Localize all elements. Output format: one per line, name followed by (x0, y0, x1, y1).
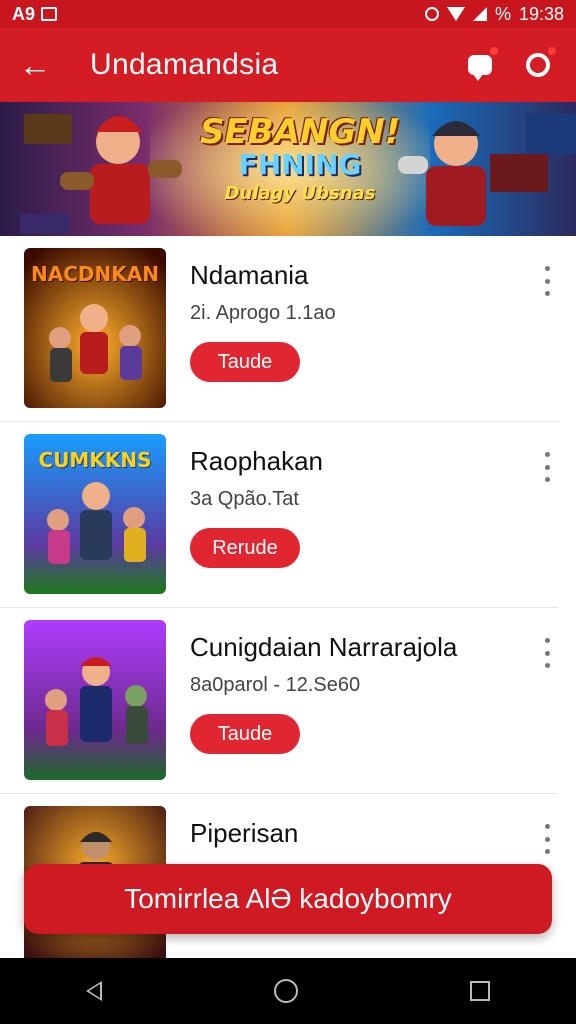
thumbnail-title: CUMKKNS (38, 448, 152, 472)
more-options-icon[interactable] (536, 266, 558, 296)
game-thumbnail[interactable]: NACDNKAN (24, 248, 166, 408)
system-nav-bar (0, 958, 576, 1024)
more-options-icon[interactable] (536, 638, 558, 668)
status-time: 19:38 (518, 3, 564, 24)
battery-percent: % (494, 3, 511, 24)
promo-banner[interactable]: SEBANGN! FHNING Dulagy Ubsnas (0, 102, 576, 236)
triangle-back-icon[interactable] (86, 981, 102, 1001)
profile-icon (526, 53, 550, 77)
status-label: A9 (12, 3, 36, 24)
arrow-left-icon: ← (19, 46, 51, 83)
chat-bubble-icon (468, 55, 492, 81)
status-bar: A9 % 19:38 (0, 0, 576, 28)
thumbnail-title: NACDNKAN (31, 262, 159, 286)
item-action-button[interactable]: Rerude (190, 528, 300, 568)
item-action-button[interactable]: Taude (190, 714, 300, 754)
wifi-icon (446, 7, 465, 21)
screenshot-icon (41, 7, 58, 21)
game-thumbnail[interactable] (24, 620, 166, 780)
item-title: Cunigdaian Narrarajola (190, 632, 458, 662)
item-subtitle: 2i. Aprogo 1.1ao (190, 302, 336, 324)
alarm-icon (424, 7, 439, 21)
notification-dot (546, 45, 558, 57)
item-subtitle: 8a0parol - 12.Se60 (190, 674, 361, 696)
item-action-button[interactable]: Taude (190, 342, 300, 382)
page-title: Undamandsia (90, 48, 279, 81)
back-button[interactable]: ← (0, 28, 70, 102)
snackbar-button[interactable]: Tomirrlea AlƏ kadoybomry (24, 864, 552, 934)
banner-line-1: SEBANGN! (200, 112, 401, 152)
item-title: Ndamania (190, 260, 309, 290)
chat-button[interactable] (466, 45, 500, 81)
circle-home-icon[interactable] (274, 979, 298, 1003)
list-item[interactable]: Cunigdaian Narrarajola 8a0parol - 12.Se6… (0, 608, 558, 794)
game-thumbnail[interactable]: CUMKKNS (24, 434, 166, 594)
banner-line-3: Dulagy Ubsnas (224, 183, 376, 204)
more-options-icon[interactable] (536, 452, 558, 482)
list-item[interactable]: CUMKKNS Raophakan 3a Qpão.Tat Rerude (0, 422, 558, 608)
app-bar: ← Undamandsia (0, 28, 576, 102)
more-options-icon[interactable] (536, 824, 558, 854)
profile-button[interactable] (524, 45, 558, 79)
notification-dot (488, 45, 500, 57)
list-item[interactable]: NACDNKAN Ndamania 2i. Aprogo 1.1ao Taude (0, 236, 558, 422)
square-recents-icon[interactable] (470, 981, 490, 1001)
banner-title: SEBANGN! FHNING Dulagy Ubsnas (200, 112, 400, 204)
item-subtitle: 3a Qpão.Tat (190, 488, 299, 510)
signal-icon (472, 7, 487, 21)
banner-line-2: FHNING (238, 148, 362, 181)
item-title: Piperisan (190, 818, 299, 848)
item-title: Raophakan (190, 446, 323, 476)
